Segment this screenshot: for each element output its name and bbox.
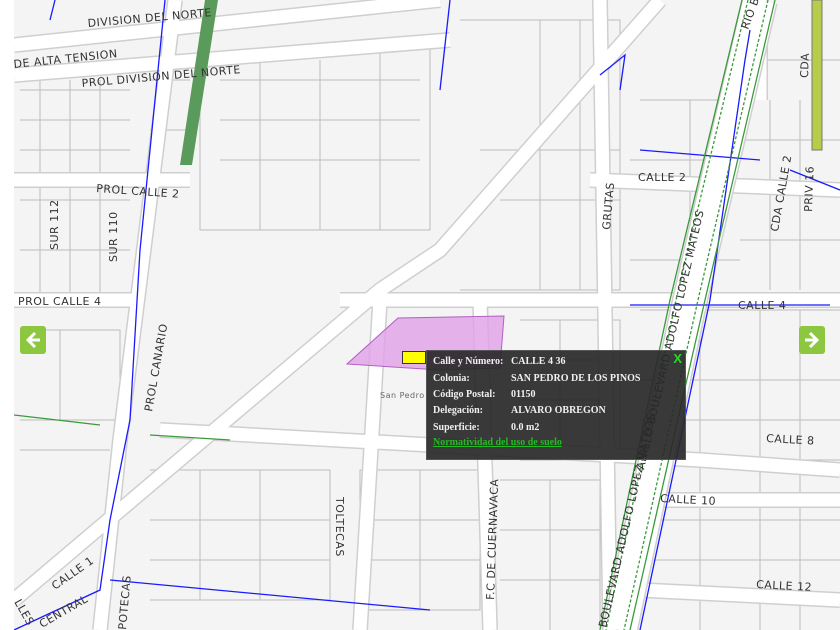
field-value: SAN PEDRO DE LOS PINOS	[511, 373, 641, 384]
street-label: LLES	[14, 597, 37, 628]
location-marker[interactable]	[402, 351, 426, 364]
arrow-left-icon	[25, 331, 40, 349]
yellow-median	[811, 0, 823, 151]
map-layer: DIVISION DEL NORTE DE ALTA TENSION PROL …	[14, 0, 840, 630]
roads	[14, 0, 840, 630]
field-value: CALLE 4 36	[511, 356, 566, 367]
street-label: CALLE 8	[766, 432, 815, 448]
close-popup-button[interactable]: X	[673, 351, 682, 366]
neighborhood-label: San Pedro	[380, 391, 425, 400]
field-value: 0.0 m2	[511, 422, 540, 433]
pan-left-button[interactable]	[20, 326, 46, 354]
field-label: Código Postal:	[433, 389, 496, 400]
field-value: ALVARO OBREGON	[511, 405, 606, 416]
field-label: Colonia:	[433, 373, 470, 384]
street-label: PRIV 16	[802, 166, 817, 212]
field-label: Delegación:	[433, 405, 483, 416]
street-label: SUR 110	[107, 211, 120, 262]
street-label: CALLE 4	[738, 299, 786, 312]
street-label: PROL CANARIO	[142, 323, 170, 413]
field-value: 01150	[511, 389, 536, 400]
street-label: CALLE 2	[638, 171, 686, 184]
field-label: Calle y Número:	[433, 356, 504, 367]
street-label: TOLTECAS	[333, 496, 346, 557]
map-canvas[interactable]: DIVISION DEL NORTE DE ALTA TENSION PROL …	[14, 0, 840, 630]
street-label: SUR 112	[48, 199, 61, 250]
field-label: Superficie:	[433, 422, 480, 433]
street-label: POTECAS	[116, 575, 134, 630]
street-label: CDA	[798, 53, 812, 78]
street-label: PROL CALLE 4	[18, 295, 101, 308]
land-use-link[interactable]: Normatividad del uso de suelo	[433, 437, 562, 448]
parcel-info-popup: X Calle y Número: CALLE 4 36 Colonia: SAN …	[426, 350, 686, 460]
pan-right-button[interactable]	[799, 326, 825, 354]
arrow-right-icon	[805, 331, 820, 349]
street-label: GRUTAS	[600, 182, 617, 231]
street-label: CENTRAL	[37, 592, 91, 630]
